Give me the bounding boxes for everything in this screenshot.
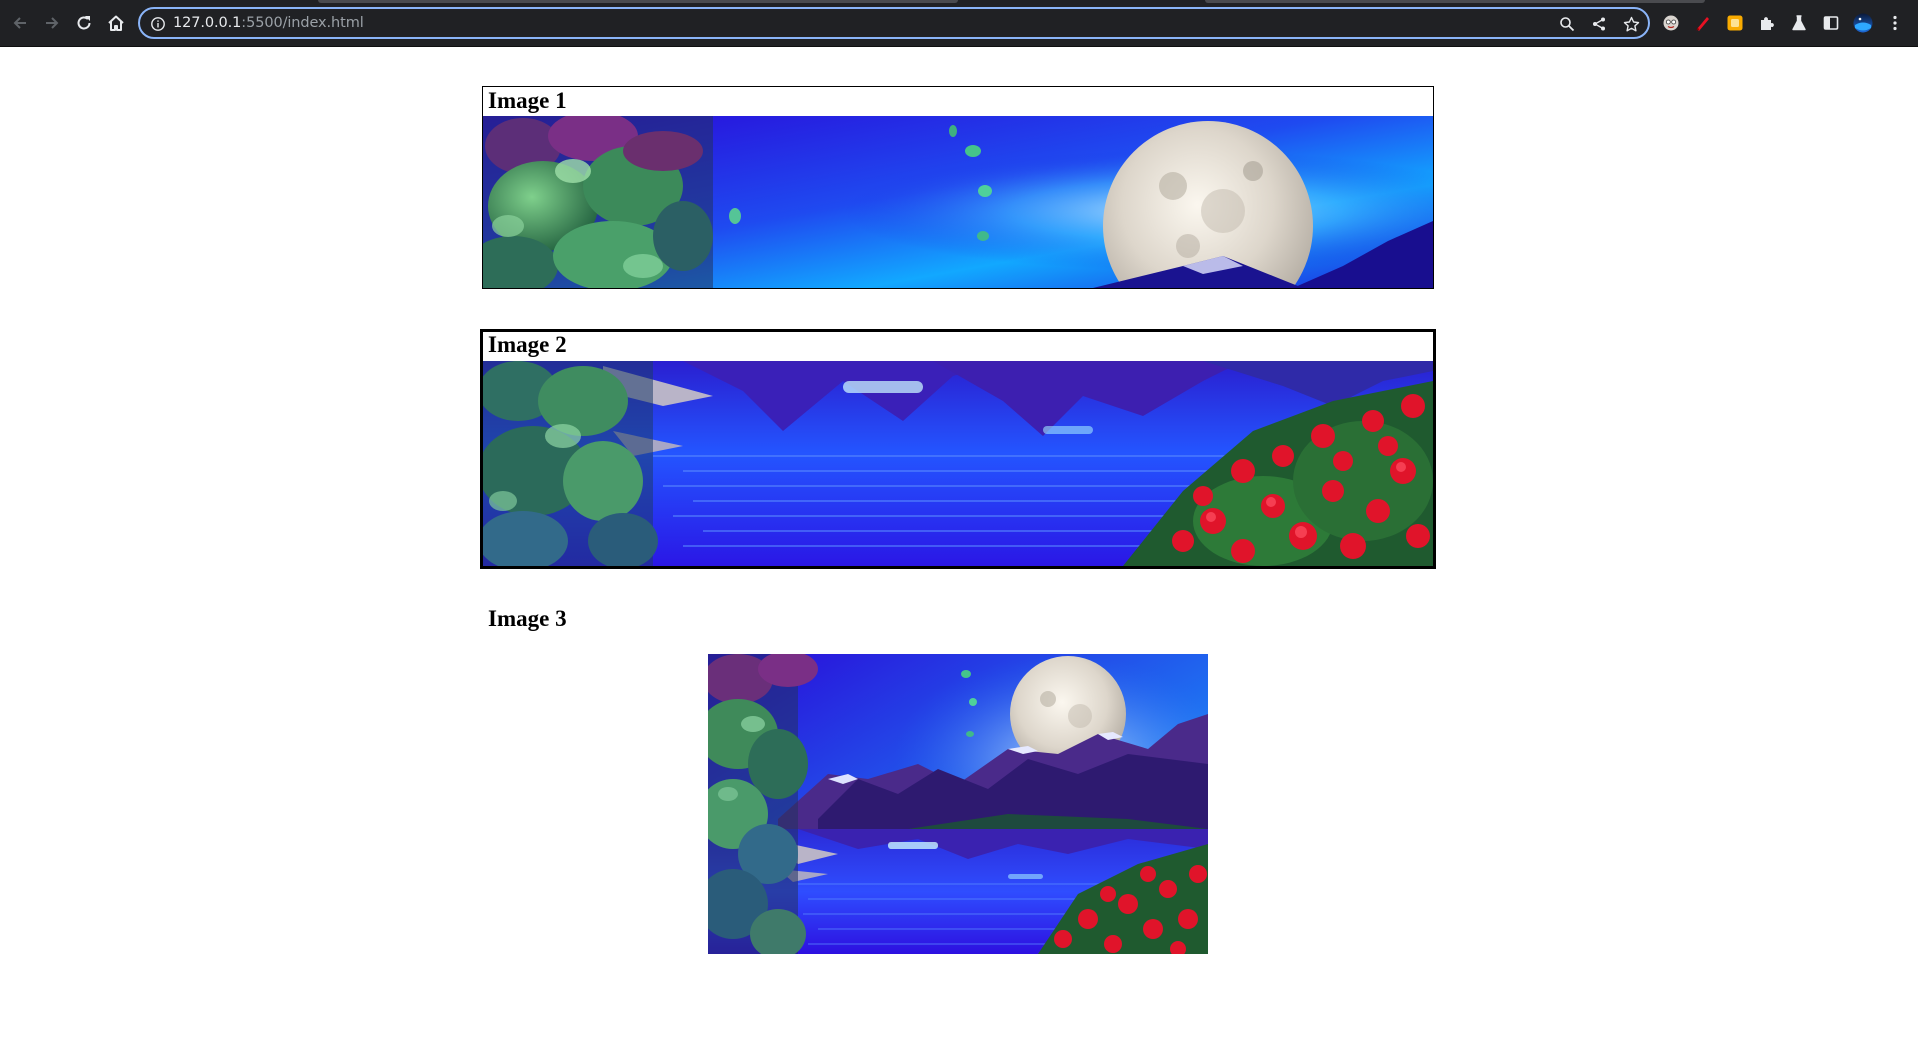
reload-icon [77, 16, 91, 30]
menu-kebab-icon [1893, 15, 1897, 31]
site-info-icon[interactable] [150, 16, 166, 32]
profile-button[interactable] [1853, 13, 1873, 33]
browser-menu-button[interactable] [1885, 13, 1905, 33]
side-panel-icon [1823, 16, 1839, 30]
labs-button[interactable] [1789, 13, 1809, 33]
reload-button[interactable] [72, 11, 96, 35]
forward-icon [46, 17, 59, 29]
zoom-icon [1560, 17, 1575, 32]
caption-image-3: Image 3 [488, 606, 567, 631]
side-panel-button[interactable] [1821, 13, 1841, 33]
tab-strip-edge [318, 0, 958, 3]
labs-flask-icon [1792, 15, 1806, 31]
browser-toolbar: 127.0.0.1:5500/index.html [0, 0, 1918, 47]
caption-image-1: Image 1 [488, 88, 567, 113]
extension-yellow-button[interactable] [1725, 13, 1745, 33]
url-path: :5500/index.html [241, 15, 364, 31]
extension-yellow-icon [1727, 15, 1743, 31]
zoom-button[interactable] [1558, 15, 1576, 33]
caption-image-2: Image 2 [488, 332, 567, 357]
extension-red-icon [1696, 17, 1709, 31]
extensions-puzzle-icon [1761, 17, 1774, 30]
profile-avatar-icon [1853, 13, 1873, 33]
back-button[interactable] [8, 11, 32, 35]
figure-image-1: Image 1 [482, 86, 1434, 289]
share-icon [1593, 17, 1605, 31]
bookmark-star-icon [1623, 16, 1639, 31]
extension-face-icon [1663, 15, 1679, 31]
extension-red-button[interactable] [1693, 13, 1713, 33]
share-button[interactable] [1590, 15, 1608, 33]
figure-image-2: Image 2 [480, 329, 1436, 569]
tab-strip-edge [1205, 0, 1705, 3]
extension-face-button[interactable] [1661, 13, 1681, 33]
extensions-button[interactable] [1757, 13, 1777, 33]
forward-button[interactable] [40, 11, 64, 35]
url-host: 127.0.0.1 [173, 15, 242, 31]
home-button[interactable] [104, 11, 128, 35]
banner-image-lake-roses [483, 361, 1433, 566]
banner-image-moon-sky [483, 116, 1433, 288]
url-text[interactable]: 127.0.0.1:5500/index.html [173, 15, 364, 31]
photo-moon-lake-full [708, 654, 1208, 954]
address-bar[interactable]: 127.0.0.1:5500/index.html [138, 7, 1650, 39]
back-icon [13, 17, 26, 29]
bookmark-button[interactable] [1622, 15, 1640, 33]
home-icon [108, 15, 124, 31]
page-content: Image 1 Image 2 Image 3 [0, 47, 1918, 1043]
